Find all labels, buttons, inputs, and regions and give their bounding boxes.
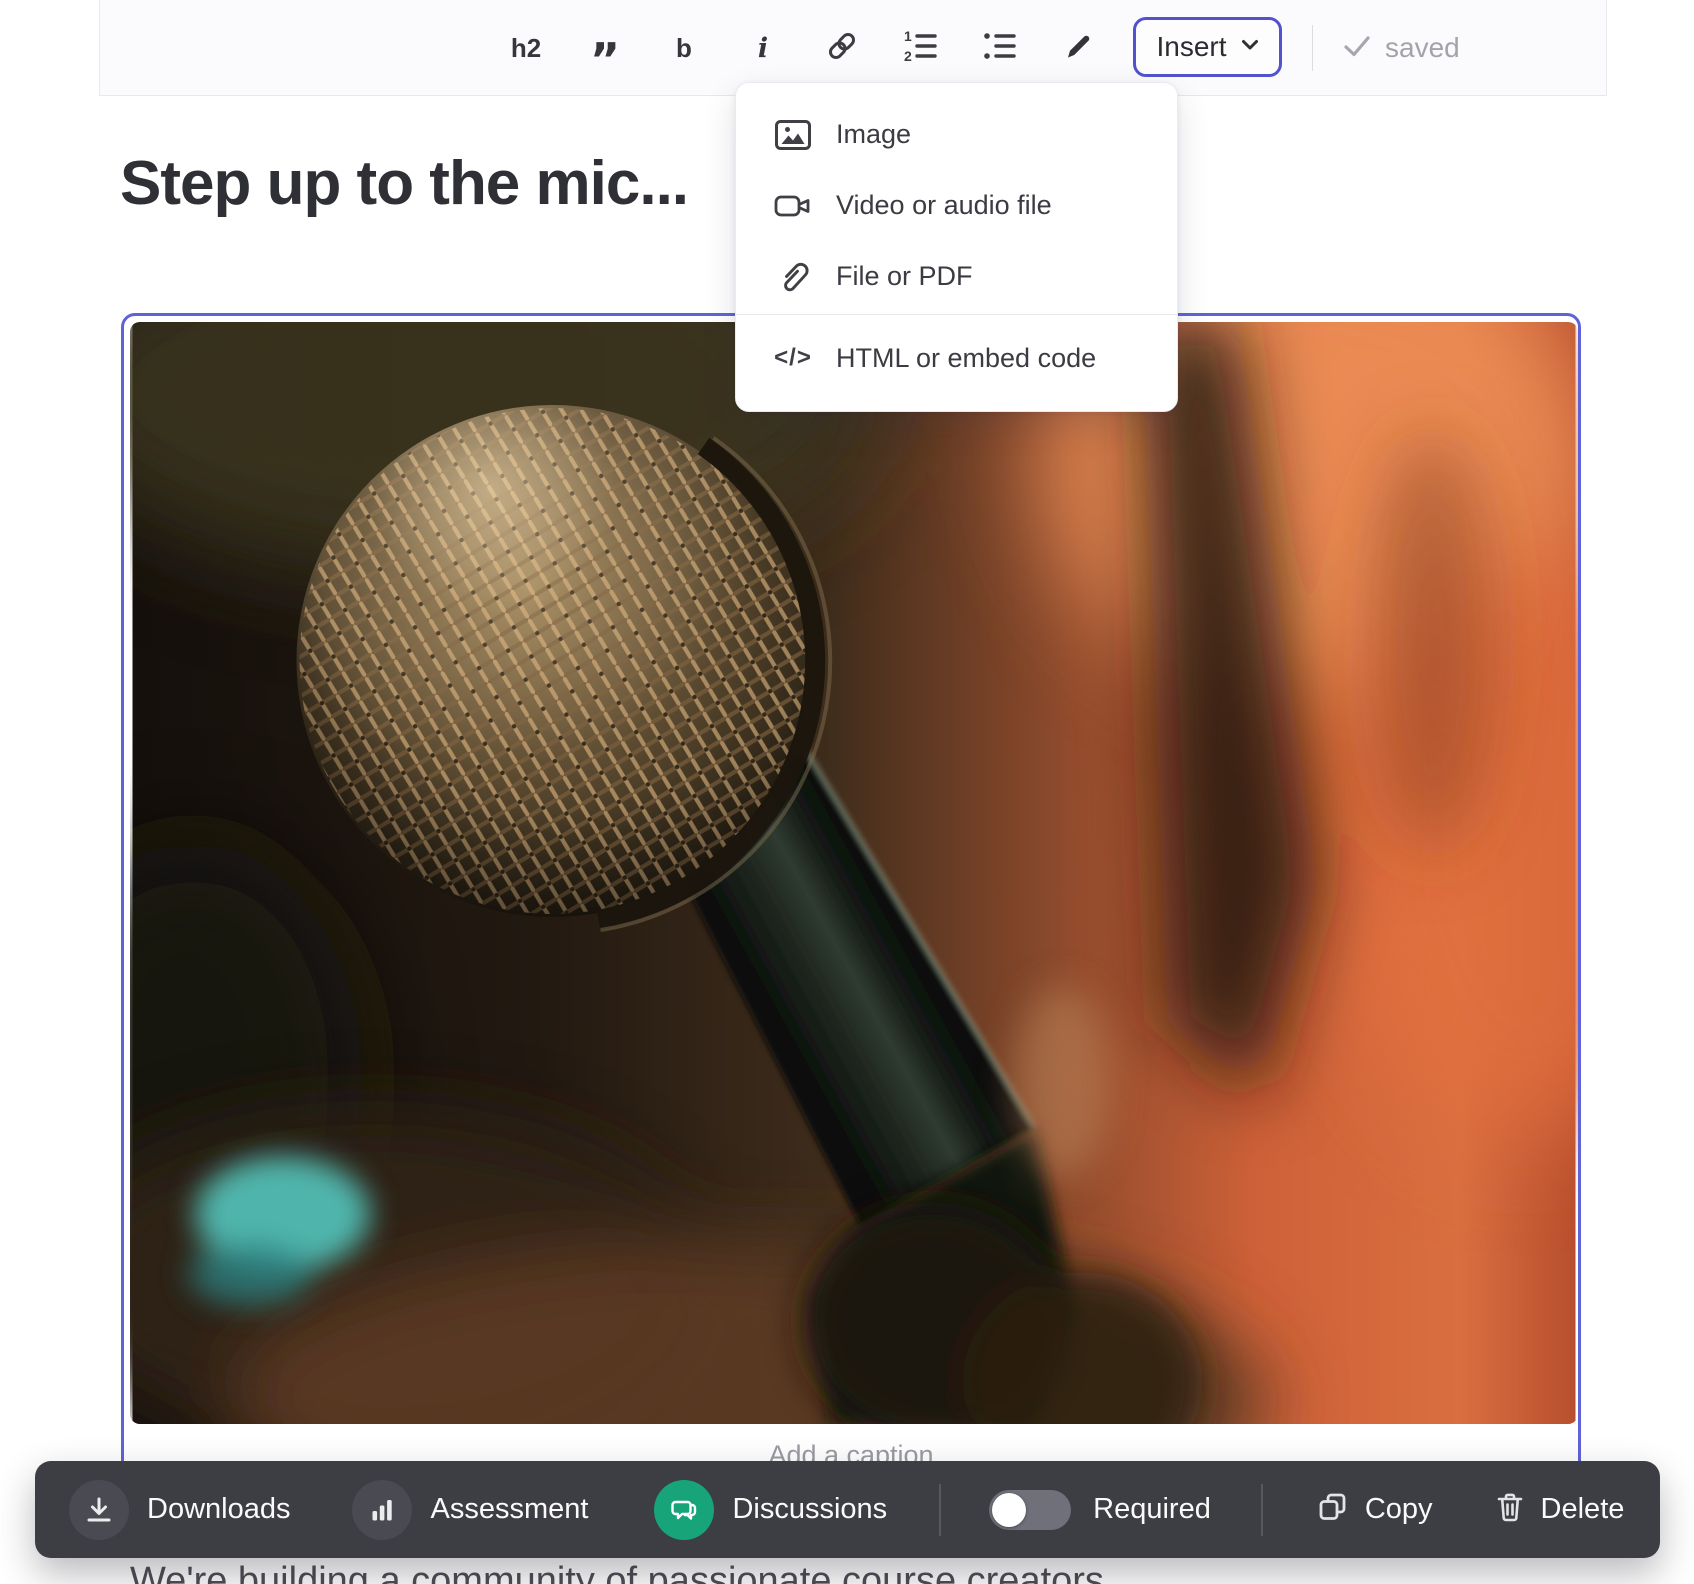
highlight-button[interactable]	[1051, 20, 1107, 76]
heading2-icon: h2	[511, 33, 541, 64]
insert-menu-item-embed[interactable]: </> HTML or embed code	[736, 319, 1177, 397]
bar-divider	[939, 1484, 941, 1536]
menu-divider	[736, 314, 1177, 315]
bullet-list-button[interactable]	[972, 20, 1028, 76]
ordered-list-button[interactable]: 1 2	[893, 20, 949, 76]
saved-label: saved	[1385, 32, 1460, 64]
bar-chart-icon	[352, 1480, 412, 1540]
menu-item-label: File or PDF	[836, 261, 973, 292]
copy-icon	[1317, 1491, 1349, 1528]
menu-item-label: Video or audio file	[836, 190, 1052, 221]
bold-button[interactable]: b	[656, 20, 712, 76]
course-editor-page: h2 ” b i	[0, 0, 1694, 1584]
block-options-bar: Downloads Assessment Discussions	[35, 1461, 1660, 1558]
blockquote-button[interactable]: ”	[577, 20, 633, 76]
body-paragraph[interactable]: We're building a community of passionate…	[130, 1560, 1104, 1584]
chevron-down-icon	[1241, 38, 1259, 56]
discussions-button[interactable]: Discussions	[654, 1480, 887, 1540]
insert-menu-item-image[interactable]: Image	[736, 99, 1177, 170]
downloads-button[interactable]: Downloads	[69, 1480, 290, 1540]
image-icon	[774, 120, 812, 150]
insert-menu-item-file[interactable]: File or PDF	[736, 241, 1177, 312]
delete-label: Delete	[1541, 1493, 1625, 1526]
required-toggle[interactable]	[989, 1490, 1071, 1530]
bullet-list-icon	[983, 30, 1017, 67]
heading2-button[interactable]: h2	[498, 20, 554, 76]
svg-text:2: 2	[904, 48, 912, 62]
insert-menu: Image Video or audio file File or PDF </…	[735, 82, 1178, 412]
paperclip-icon	[774, 260, 812, 294]
link-icon	[825, 30, 859, 67]
svg-text:1: 1	[904, 30, 912, 44]
video-icon	[774, 191, 812, 221]
assessment-label: Assessment	[430, 1493, 588, 1526]
download-icon	[69, 1480, 129, 1540]
quote-icon: ”	[590, 31, 620, 65]
ordered-list-icon: 1 2	[904, 30, 938, 67]
insert-dropdown-button[interactable]: Insert	[1133, 17, 1282, 77]
trash-icon	[1495, 1491, 1525, 1528]
pencil-icon	[1063, 30, 1095, 67]
italic-button[interactable]: i	[735, 20, 791, 76]
insert-button-label: Insert	[1156, 31, 1226, 63]
menu-item-label: HTML or embed code	[836, 343, 1096, 374]
save-status: saved	[1343, 0, 1460, 96]
link-button[interactable]	[814, 20, 870, 76]
code-icon: </>	[774, 344, 812, 372]
bold-icon: b	[676, 33, 692, 64]
italic-icon: i	[758, 33, 768, 64]
discussions-label: Discussions	[732, 1493, 887, 1526]
microphone-photo	[130, 322, 1578, 1424]
selected-image-block[interactable]: Add a caption	[121, 313, 1581, 1519]
assessment-button[interactable]: Assessment	[352, 1480, 588, 1540]
page-title[interactable]: Step up to the mic...	[120, 148, 688, 219]
bar-divider	[1261, 1484, 1263, 1536]
discussions-icon	[654, 1480, 714, 1540]
insert-menu-item-video[interactable]: Video or audio file	[736, 170, 1177, 241]
toolbar-divider	[1312, 25, 1313, 71]
copy-button[interactable]: Copy	[1317, 1491, 1433, 1528]
menu-item-label: Image	[836, 119, 911, 150]
required-label: Required	[1093, 1493, 1211, 1526]
downloads-label: Downloads	[147, 1493, 290, 1526]
checkmark-icon	[1343, 34, 1371, 63]
delete-button[interactable]: Delete	[1495, 1491, 1625, 1528]
toggle-knob	[992, 1493, 1026, 1527]
copy-label: Copy	[1365, 1493, 1433, 1526]
